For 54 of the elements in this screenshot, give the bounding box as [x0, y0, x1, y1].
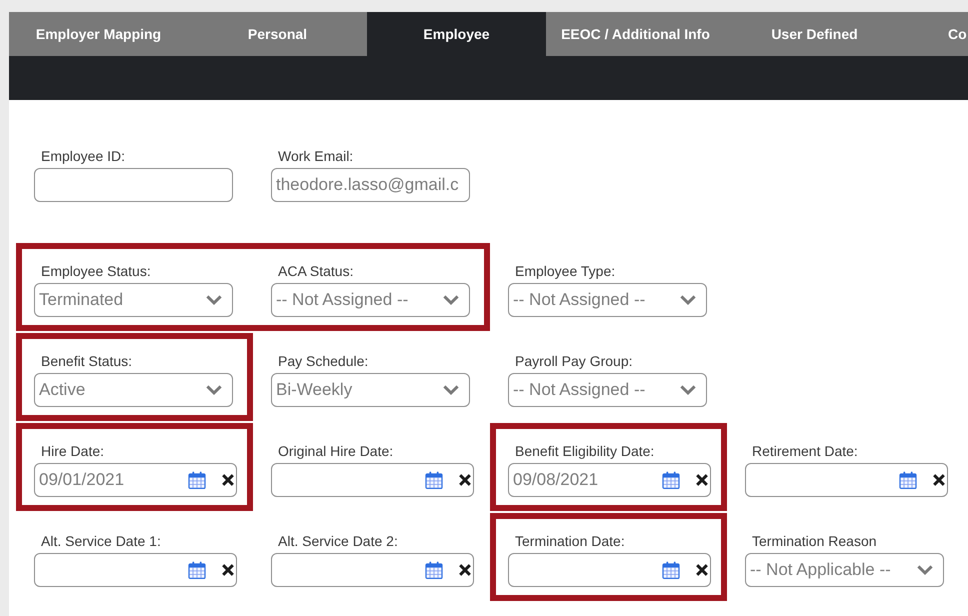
chevron-down-icon [206, 385, 222, 395]
field-label: Benefit Eligibility Date: [515, 443, 654, 459]
chevron-down-icon [206, 295, 222, 305]
date-field[interactable]: 09/08/2021 [508, 463, 711, 497]
dropdown[interactable]: Active [34, 373, 233, 407]
field-label: Original Hire Date: [278, 443, 394, 459]
calendar-icon[interactable] [188, 561, 206, 579]
dropdown[interactable]: -- Not Assigned -- [508, 373, 707, 407]
calendar-icon[interactable] [425, 471, 443, 489]
x-mark-icon[interactable] [222, 474, 234, 486]
date-field[interactable] [271, 553, 474, 587]
field-label: Alt. Service Date 1: [41, 533, 161, 549]
dropdown[interactable]: -- Not Assigned -- [508, 283, 707, 317]
field-label: Payroll Pay Group: [515, 353, 632, 369]
tab[interactable]: Employee [367, 12, 546, 56]
date-field[interactable] [34, 553, 237, 587]
field-label: Employee Type: [515, 263, 616, 279]
field-label: Retirement Date: [752, 443, 858, 459]
field-label: Hire Date: [41, 443, 104, 459]
x-mark-icon[interactable] [459, 474, 471, 486]
calendar-icon[interactable] [662, 561, 680, 579]
dropdown[interactable]: Bi-Weekly [271, 373, 470, 407]
chevron-down-icon [680, 385, 696, 395]
date-field[interactable] [271, 463, 474, 497]
calendar-icon[interactable] [425, 561, 443, 579]
field-label: Benefit Status: [41, 353, 132, 369]
dropdown[interactable]: -- Not Assigned -- [271, 283, 470, 317]
field-label: Work Email: [278, 148, 354, 164]
field-label: Pay Schedule: [278, 353, 368, 369]
date-field[interactable]: 09/01/2021 [34, 463, 237, 497]
x-mark-icon[interactable] [696, 564, 708, 576]
chevron-down-icon [680, 295, 696, 305]
dropdown[interactable]: -- Not Applicable -- [745, 553, 944, 587]
field-label: Employee ID: [41, 148, 126, 164]
field-label: Termination Date: [515, 533, 625, 549]
date-field[interactable] [745, 463, 948, 497]
input-field[interactable]: theodore.lasso@gmail.c [271, 168, 470, 202]
x-mark-icon[interactable] [459, 564, 471, 576]
chevron-down-icon [917, 565, 933, 575]
date-field[interactable] [508, 553, 711, 587]
dropdown[interactable]: Terminated [34, 283, 233, 317]
x-mark-icon[interactable] [696, 474, 708, 486]
chevron-down-icon [443, 385, 459, 395]
calendar-icon[interactable] [662, 471, 680, 489]
field-label: Alt. Service Date 2: [278, 533, 398, 549]
input-field[interactable] [34, 168, 233, 202]
x-mark-icon[interactable] [222, 564, 234, 576]
field-label: Termination Reason [752, 533, 877, 549]
field-label: Employee Status: [41, 263, 151, 279]
field-label: ACA Status: [278, 263, 354, 279]
x-mark-icon[interactable] [933, 474, 945, 486]
calendar-icon[interactable] [899, 471, 917, 489]
calendar-icon[interactable] [188, 471, 206, 489]
chevron-down-icon [443, 295, 459, 305]
